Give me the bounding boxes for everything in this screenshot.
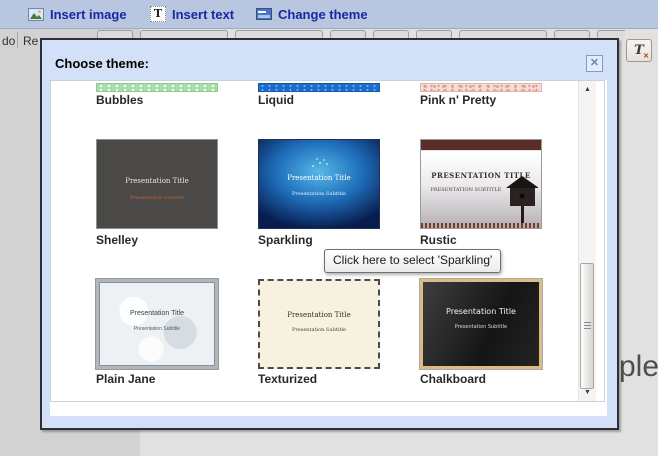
- thumb-subtitle: Presentation Subtitle: [423, 324, 539, 330]
- image-icon: [28, 8, 44, 21]
- theme-thumbnail-sparkling[interactable]: Presentation Title Presentation Subtitle: [258, 139, 380, 229]
- birdhouse-icon: [498, 172, 538, 224]
- undo-button-fragment[interactable]: do: [2, 34, 15, 48]
- vertical-scrollbar[interactable]: ▲ ▼: [578, 81, 596, 401]
- change-theme-button[interactable]: Change theme: [256, 0, 368, 28]
- theme-icon: [256, 8, 272, 20]
- toolbar-button[interactable]: [459, 30, 547, 38]
- clear-formatting-button[interactable]: T ✕: [626, 39, 652, 62]
- thumb-title: Presentation Title: [260, 311, 378, 319]
- theme-thumbnail-rustic[interactable]: PRESENTATION TITLE PRESENTATION SUBTITLE: [420, 139, 542, 229]
- scrollbar-thumb[interactable]: [580, 263, 594, 389]
- theme-label-liquid: Liquid: [258, 93, 294, 107]
- dialog-title: Choose theme:: [55, 56, 149, 71]
- thumb-title: Presentation Title: [97, 177, 217, 185]
- theme-label-shelley: Shelley: [96, 233, 138, 247]
- redo-button-fragment[interactable]: Re: [23, 34, 38, 48]
- theme-label-plain-jane: Plain Jane: [96, 372, 155, 386]
- insert-text-label: Insert text: [172, 7, 234, 22]
- scroll-up-icon[interactable]: ▲: [579, 86, 596, 93]
- insert-text-button[interactable]: T Insert text: [150, 0, 234, 28]
- toolbar-button[interactable]: [140, 30, 228, 38]
- theme-thumbnail-chalkboard[interactable]: Presentation Title Presentation Subtitle: [420, 279, 542, 369]
- toolbar-button[interactable]: [235, 30, 323, 38]
- theme-label-bubbles: Bubbles: [96, 93, 143, 107]
- theme-label-rustic: Rustic: [420, 233, 457, 247]
- theme-thumbnail-liquid[interactable]: [258, 83, 380, 92]
- thumb-subtitle: Presentation Subtitle: [99, 326, 215, 332]
- top-toolbar: Insert image T Insert text Change theme: [0, 0, 658, 29]
- insert-image-button[interactable]: Insert image: [28, 0, 127, 28]
- thumb-title: Presentation Title: [423, 308, 539, 316]
- background-page-text: pler: [619, 350, 658, 384]
- sparkle-dots-icon: [319, 162, 321, 164]
- tooltip: Click here to select 'Sparkling': [324, 249, 501, 273]
- theme-label-sparkling: Sparkling: [258, 233, 313, 247]
- toolbar-button[interactable]: [416, 30, 452, 38]
- toolbar-button[interactable]: [97, 30, 133, 38]
- theme-label-chalkboard: Chalkboard: [420, 372, 486, 386]
- app-screen: Insert image T Insert text Change theme …: [0, 0, 658, 456]
- red-x-icon: ✕: [643, 52, 649, 60]
- thumb-subtitle: Presentation Subtitle: [259, 191, 379, 197]
- text-icon: T: [150, 6, 166, 22]
- theme-thumbnail-plain-jane[interactable]: Presentation Title Presentation Subtitle: [96, 279, 218, 369]
- dialog-content-panel: Bubbles Liquid Pink n' Pretty Presentati…: [50, 80, 607, 416]
- background-toolbar-buttons: [97, 30, 625, 38]
- theme-thumbnail-texturized[interactable]: Presentation Title Presentation Subtitle: [258, 279, 380, 369]
- thumb-subtitle: Presentation Subtitle: [97, 195, 217, 201]
- insert-image-label: Insert image: [50, 7, 127, 22]
- change-theme-label: Change theme: [278, 7, 368, 22]
- theme-thumbnail-bubbles[interactable]: [96, 83, 218, 92]
- toolbar-button[interactable]: [597, 30, 625, 38]
- scroll-down-icon[interactable]: ▼: [579, 389, 596, 396]
- toolbar-button[interactable]: [373, 30, 409, 38]
- toolbar-button[interactable]: [330, 30, 366, 38]
- theme-label-pink-n-pretty: Pink n' Pretty: [420, 93, 496, 107]
- close-button[interactable]: ✕: [586, 55, 603, 72]
- thumb-title: Presentation Title: [99, 310, 215, 318]
- theme-thumbnail-pink-n-pretty[interactable]: [420, 83, 542, 92]
- theme-label-texturized: Texturized: [258, 372, 317, 386]
- scrollbar-grip-icon: [584, 322, 591, 329]
- thumb-title: Presentation Title: [259, 174, 379, 182]
- undo-redo-toolbar-fragment: do Re: [0, 30, 40, 50]
- theme-thumbnail-shelley[interactable]: Presentation Title Presentation Subtitle: [96, 139, 218, 229]
- close-icon: ✕: [590, 57, 599, 69]
- thumb-subtitle: Presentation Subtitle: [260, 327, 378, 333]
- choose-theme-dialog: Choose theme: ✕ Bubbles Liquid Pink n' P…: [40, 38, 619, 430]
- themes-scroll-viewport: Bubbles Liquid Pink n' Pretty Presentati…: [50, 80, 605, 402]
- toolbar-divider: [17, 32, 18, 48]
- toolbar-button[interactable]: [554, 30, 590, 38]
